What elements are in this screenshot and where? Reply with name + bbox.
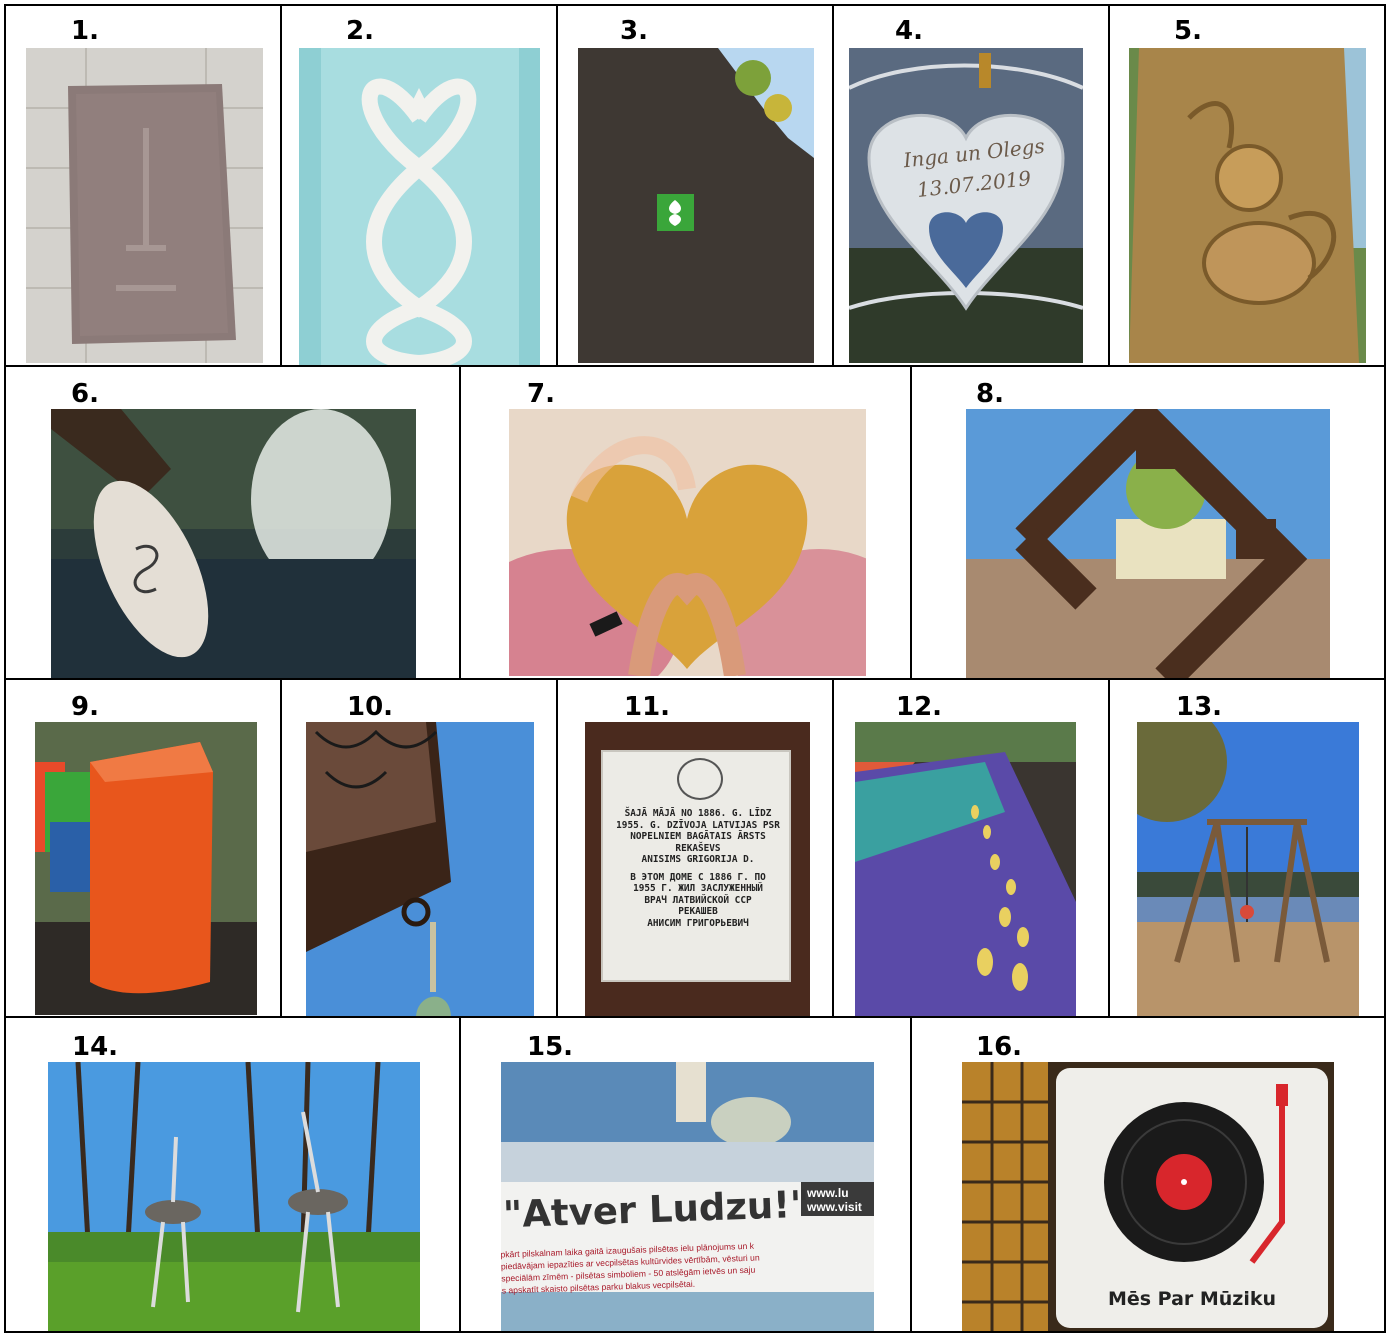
cell-13: 13. — [1110, 680, 1384, 1016]
photo-granite-plaque — [26, 48, 263, 363]
plaque-line: REKAŠEVS — [675, 842, 721, 854]
cell-number: 2. — [346, 16, 374, 46]
row-1: 1. 2. 3. 4. Inga un Olegs 13.07.2019 5. — [6, 6, 1384, 367]
cell-1: 1. — [6, 6, 282, 365]
cell-number: 3. — [620, 16, 648, 46]
photo-footprint-path — [855, 722, 1076, 1016]
cell-number: 12. — [896, 692, 943, 722]
photo-wood-carving — [1129, 48, 1366, 363]
board-url: www.lu www.visit — [807, 1186, 862, 1214]
plaque-line: РЕКАШЕВ — [678, 906, 718, 917]
plaque-line: ВРАЧ ЛАТВИЙСКОЙ ССР — [644, 894, 752, 906]
cell-2: 2. — [282, 6, 558, 365]
cell-7: 7. — [461, 367, 912, 678]
cell-number: 10. — [347, 692, 394, 722]
cell-14: 14. — [6, 1018, 461, 1331]
cell-number: 11. — [624, 692, 671, 722]
row-4: 14. 15. "Atver Ludzu!" www.lu www.visit … — [6, 1018, 1384, 1331]
cell-number: 1. — [71, 16, 99, 46]
plaque-line: ŠAJĀ MĀJĀ NO 1886. G. LĪDZ — [624, 808, 772, 819]
sign-text: Mēs Par Mūziku — [1107, 1288, 1277, 1310]
plaque-line: ANISIMS GRIGORIJA D. — [641, 854, 755, 865]
plaque-line: 1955 Г. ЖИЛ ЗАСЛУЖЕННЫЙ — [633, 883, 763, 894]
cell-number: 4. — [895, 16, 923, 46]
photo-lakeside-swing — [1137, 722, 1359, 1016]
cell-16: 16. Mēs Par Mūziku — [912, 1018, 1384, 1331]
cell-number: 6. — [71, 379, 99, 409]
photo-orange-bollard — [35, 722, 257, 1015]
board-url-2: www.visit — [807, 1200, 862, 1214]
photo-heart-hands-mural — [509, 409, 866, 676]
cell-8: 8. — [912, 367, 1384, 678]
photo-grid: 1. 2. 3. 4. Inga un Olegs 13.07.2019 5. … — [4, 4, 1386, 1333]
row-3: 9. 10. 11. ŠAJĀ MĀJĀ NO 1886. G. LĪDZ 19… — [6, 680, 1384, 1018]
photo-carved-ornament — [299, 48, 540, 365]
photo-memorial-plaque: ŠAJĀ MĀJĀ NO 1886. G. LĪDZ 1955. G. DZĪV… — [585, 722, 810, 1016]
row-2: 6. 7. 8. — [6, 367, 1384, 680]
portrait-engraving — [677, 758, 723, 800]
plaque-line: В ЭТОМ ДОМЕ С 1886 Г. ПО — [630, 871, 766, 883]
photo-heart-love-lock — [849, 48, 1083, 363]
cell-5: 5. — [1110, 6, 1384, 365]
photo-ostrich-sculptures — [48, 1062, 420, 1331]
plaque-line: 1955. G. DZĪVOJA LATVIJAS PSR — [616, 819, 780, 831]
photo-tree-trail-sign — [578, 48, 814, 363]
cell-number: 7. — [527, 379, 555, 409]
photo-bench-medallion — [51, 409, 416, 678]
plaque-line: NOPELNIEM BAGĀTAIS ĀRSTS — [630, 831, 766, 842]
plaque-line: АНИСИМ ГРИГОРЬЕВИЧ — [647, 917, 749, 929]
cell-12: 12. — [834, 680, 1110, 1016]
photo-metal-frame-sculpture — [966, 409, 1330, 678]
cell-number: 15. — [527, 1032, 574, 1062]
board-url-1: www.lu — [807, 1186, 849, 1200]
cell-10: 10. — [282, 680, 558, 1016]
cell-11: 11. ŠAJĀ MĀJĀ NO 1886. G. LĪDZ 1955. G. … — [558, 680, 834, 1016]
photo-balcony-spire — [306, 722, 534, 1016]
cell-number: 13. — [1176, 692, 1223, 722]
plaque-text: ŠAJĀ MĀJĀ NO 1886. G. LĪDZ 1955. G. DZĪV… — [607, 808, 789, 929]
cell-number: 14. — [72, 1032, 119, 1062]
cell-6: 6. — [6, 367, 461, 678]
cell-15: 15. "Atver Ludzu!" www.lu www.visit pkār… — [461, 1018, 912, 1331]
cell-9: 9. — [6, 680, 282, 1016]
marble-plaque: ŠAJĀ MĀJĀ NO 1886. G. LĪDZ 1955. G. DZĪV… — [601, 750, 791, 982]
cell-number: 16. — [976, 1032, 1023, 1062]
cell-3: 3. — [558, 6, 834, 365]
cell-4: 4. Inga un Olegs 13.07.2019 — [834, 6, 1110, 365]
photo-music-sign: Mēs Par Mūziku — [962, 1062, 1334, 1331]
cell-number: 5. — [1174, 16, 1202, 46]
cell-number: 9. — [71, 692, 99, 722]
cell-number: 8. — [976, 379, 1004, 409]
photo-info-board: "Atver Ludzu!" www.lu www.visit pkārt pi… — [501, 1062, 874, 1331]
